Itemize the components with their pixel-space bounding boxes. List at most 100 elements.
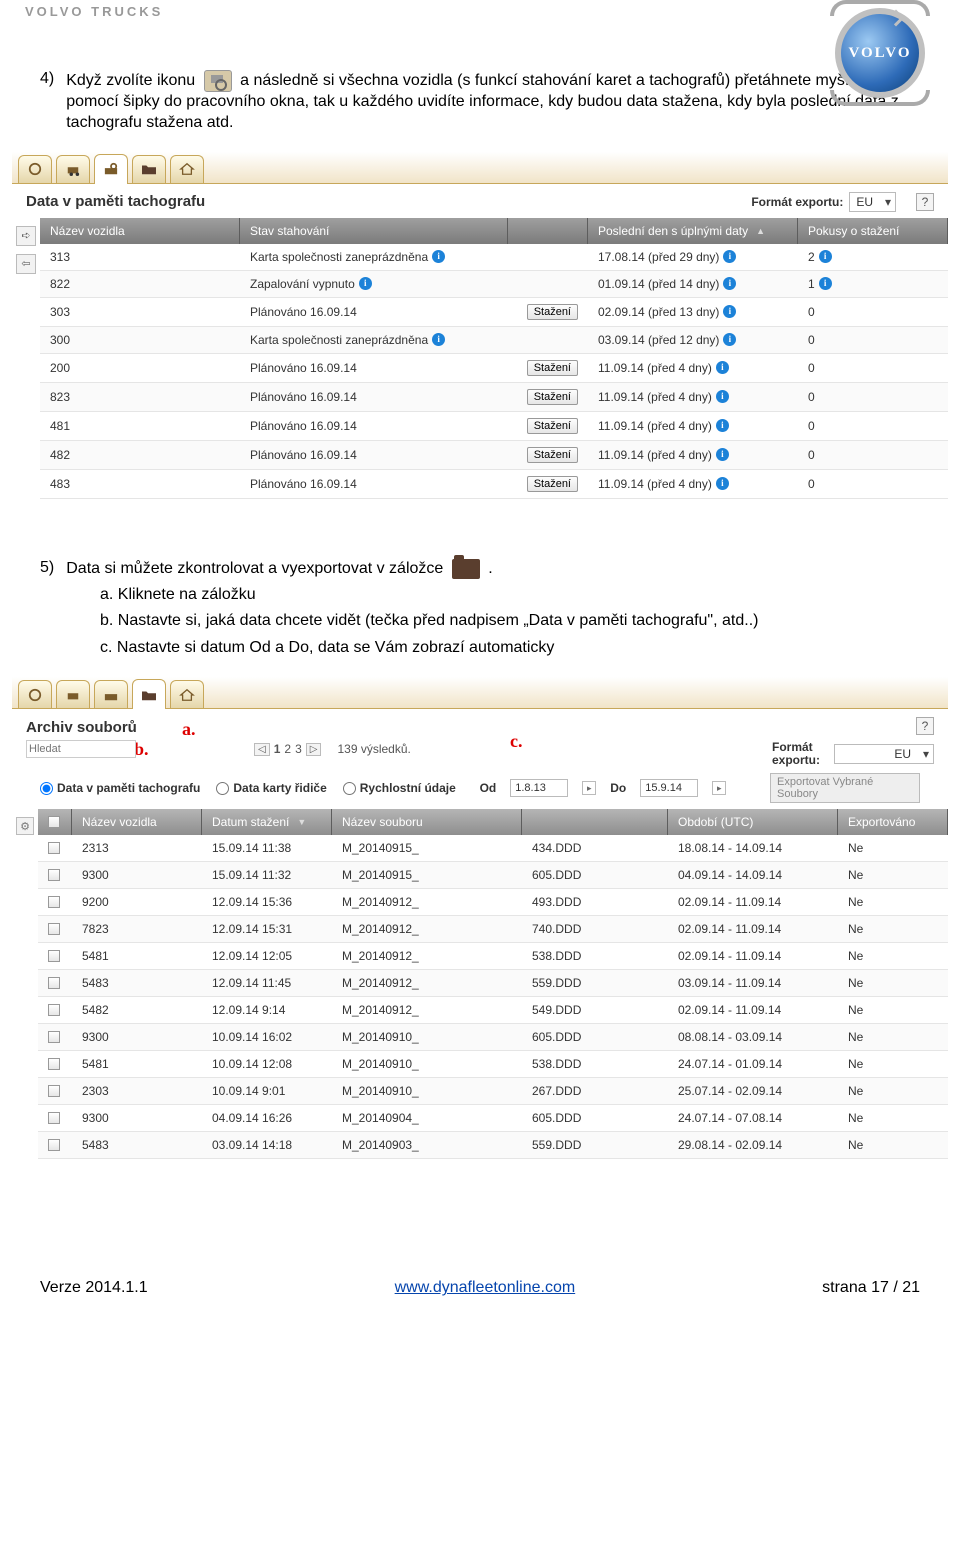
download-date: 10.09.14 16:02 xyxy=(202,1024,332,1050)
info-icon[interactable] xyxy=(723,305,736,318)
item4-text-before: Když zvolíte ikonu xyxy=(66,72,195,89)
archive-title: Archiv souborů xyxy=(26,719,772,736)
col2-date[interactable]: Datum stažení xyxy=(202,809,332,835)
side-arrow-left[interactable]: ⇦ xyxy=(16,254,36,274)
export-format-label: Formát exportu: xyxy=(751,195,843,209)
info-icon[interactable] xyxy=(432,333,445,346)
atab-3[interactable] xyxy=(94,680,128,708)
download-button[interactable]: Stažení xyxy=(527,476,578,492)
attempts: 0 xyxy=(798,327,948,353)
tab-1[interactable] xyxy=(18,155,52,183)
vehicle-name: 481 xyxy=(40,412,240,440)
last-day: 11.09.14 (před 4 dny) xyxy=(588,412,798,440)
info-icon[interactable] xyxy=(819,250,832,263)
download-button[interactable]: Stažení xyxy=(527,304,578,320)
file-ext: 549.DDD xyxy=(522,997,668,1023)
sub-c: c. Nastavte si datum Od a Do, data se Vá… xyxy=(100,638,920,659)
radio-card[interactable]: Data karty řidiče xyxy=(216,781,326,795)
vehicle-name: 5483 xyxy=(72,970,202,996)
status-text: Zapalování vypnuto xyxy=(240,271,508,297)
attempts: 0 xyxy=(798,470,948,498)
row-checkbox[interactable] xyxy=(48,1058,60,1070)
date-from-picker[interactable]: ▸ xyxy=(582,781,596,795)
info-icon[interactable] xyxy=(716,419,729,432)
settings-icon[interactable]: ⚙ xyxy=(16,817,34,835)
export-format-dropdown[interactable]: EU xyxy=(849,192,896,212)
last-day: 17.08.14 (před 29 dny) xyxy=(588,244,798,270)
vehicle-name: 2303 xyxy=(72,1078,202,1104)
row-checkbox[interactable] xyxy=(48,1139,60,1151)
atab-4-folder-active[interactable] xyxy=(132,679,166,709)
pagination[interactable]: ◁ 1 2 3 ▷ 139 výsledků. xyxy=(254,742,411,756)
download-date: 10.09.14 9:01 xyxy=(202,1078,332,1104)
tab-5-home[interactable] xyxy=(170,155,204,183)
date-to-input[interactable]: 15.9.14 xyxy=(640,779,698,797)
radio-tacho[interactable]: Data v paměti tachografu xyxy=(40,781,200,795)
vehicle-name: 9300 xyxy=(72,1105,202,1131)
row-checkbox[interactable] xyxy=(48,977,60,989)
download-button[interactable]: Stažení xyxy=(527,389,578,405)
row-checkbox[interactable] xyxy=(48,896,60,908)
download-button[interactable]: Stažení xyxy=(527,447,578,463)
help-icon[interactable]: ? xyxy=(916,193,934,211)
atab-1[interactable] xyxy=(18,680,52,708)
export-format-dropdown-2[interactable]: EU xyxy=(834,744,934,764)
tab-4-folder[interactable] xyxy=(132,155,166,183)
info-icon[interactable] xyxy=(716,390,729,403)
export-selected-button[interactable]: Exportovat Vybrané Soubory xyxy=(770,773,920,803)
info-icon[interactable] xyxy=(723,333,736,346)
info-icon[interactable] xyxy=(819,277,832,290)
search-input[interactable] xyxy=(26,740,136,758)
info-icon[interactable] xyxy=(716,477,729,490)
col2-vehicle[interactable]: Název vozidla xyxy=(72,809,202,835)
tab-2[interactable] xyxy=(56,155,90,183)
col-attempts[interactable]: Pokusy o stažení xyxy=(798,218,948,244)
table-row: 303Plánováno 16.09.14Stažení02.09.14 (př… xyxy=(40,298,948,327)
download-button[interactable]: Stažení xyxy=(527,360,578,376)
info-icon[interactable] xyxy=(716,361,729,374)
file-name: M_20140912_ xyxy=(332,970,522,996)
table-row: 930004.09.14 16:26M_20140904_605.DDD24.0… xyxy=(38,1105,948,1132)
download-button[interactable]: Stažení xyxy=(527,418,578,434)
info-icon[interactable] xyxy=(716,448,729,461)
sub-b: b. Nastavte si, jaká data chcete vidět (… xyxy=(100,611,920,632)
col-last-day[interactable]: Poslední den s úplnými daty xyxy=(588,218,798,244)
row-checkbox[interactable] xyxy=(48,1031,60,1043)
row-checkbox[interactable] xyxy=(48,1085,60,1097)
col2-spacer xyxy=(522,809,668,835)
radio-speed[interactable]: Rychlostní údaje xyxy=(343,781,456,795)
row-checkbox[interactable] xyxy=(48,950,60,962)
period: 02.09.14 - 11.09.14 xyxy=(668,889,838,915)
period: 02.09.14 - 11.09.14 xyxy=(668,943,838,969)
footer-link[interactable]: www.dynafleetonline.com xyxy=(395,1279,576,1297)
col-vehicle-name[interactable]: Název vozidla xyxy=(40,218,240,244)
help-icon-2[interactable]: ? xyxy=(916,717,934,735)
atab-5-home[interactable] xyxy=(170,680,204,708)
info-icon[interactable] xyxy=(723,277,736,290)
row-checkbox[interactable] xyxy=(48,869,60,881)
period: 24.07.14 - 07.08.14 xyxy=(668,1105,838,1131)
atab-2[interactable] xyxy=(56,680,90,708)
row-checkbox[interactable] xyxy=(48,842,60,854)
row-checkbox[interactable] xyxy=(48,1004,60,1016)
info-icon[interactable] xyxy=(723,250,736,263)
exported: Ne xyxy=(838,1132,948,1158)
file-name: M_20140915_ xyxy=(332,862,522,888)
tab-3-active[interactable] xyxy=(94,154,128,184)
row-checkbox[interactable] xyxy=(48,1112,60,1124)
file-name: M_20140910_ xyxy=(332,1051,522,1077)
side-arrow-right[interactable]: ➪ xyxy=(16,226,36,246)
col2-period[interactable]: Období (UTC) xyxy=(668,809,838,835)
vehicle-name: 5482 xyxy=(72,997,202,1023)
file-name: M_20140912_ xyxy=(332,916,522,942)
date-from-input[interactable]: 1.8.13 xyxy=(510,779,568,797)
col-check[interactable] xyxy=(38,809,72,835)
col2-exported[interactable]: Exportováno xyxy=(838,809,948,835)
row-checkbox[interactable] xyxy=(48,923,60,935)
date-to-picker[interactable]: ▸ xyxy=(712,781,726,795)
col2-file[interactable]: Název souboru xyxy=(332,809,522,835)
col-status[interactable]: Stav stahování xyxy=(240,218,508,244)
info-icon[interactable] xyxy=(432,250,445,263)
attempts: 1 xyxy=(798,271,948,297)
info-icon[interactable] xyxy=(359,277,372,290)
